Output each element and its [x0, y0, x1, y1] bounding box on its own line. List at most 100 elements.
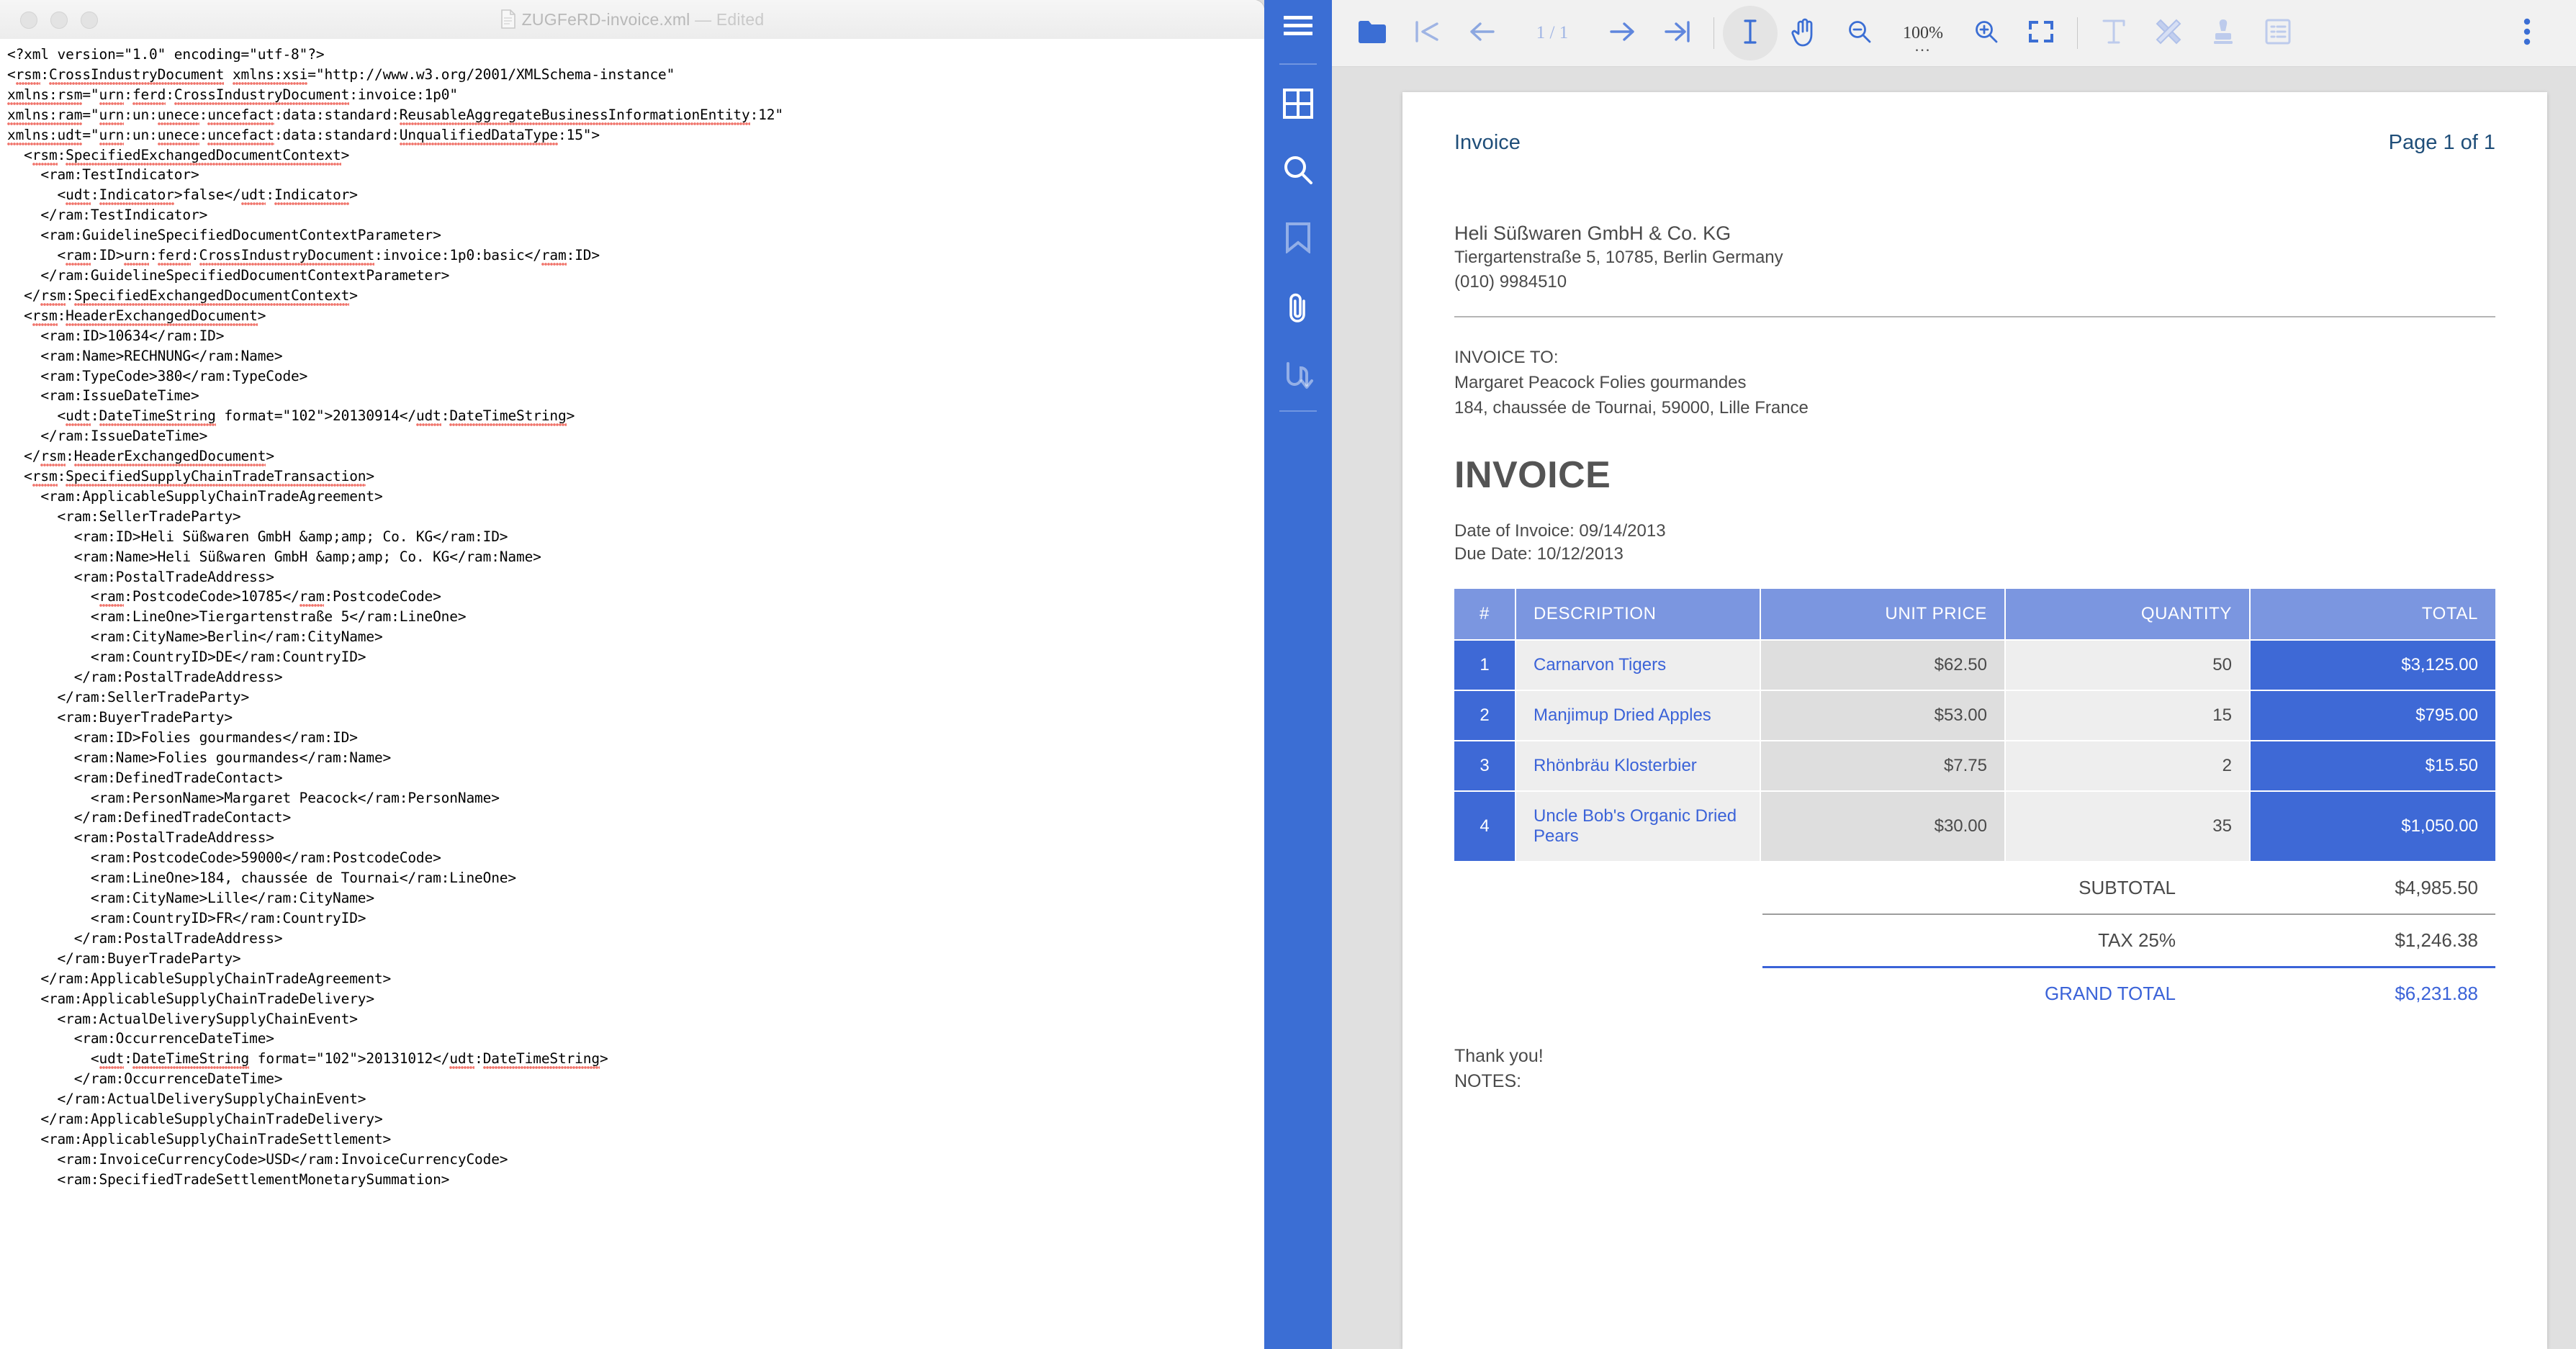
buyer-address: 184, chaussée de Tournai, 59000, Lille F… [1454, 398, 1809, 418]
col-header-unit-price: UNIT PRICE [1761, 589, 2006, 641]
page-number-label: Page 1 of 1 [2388, 131, 2495, 154]
code-line: </ram:GuidelineSpecifiedDocumentContextP… [7, 266, 450, 284]
text-editor-window: ZUGFeRD-invoice.xml — Edited <?xml versi… [0, 0, 1264, 1349]
rail-divider [1279, 63, 1317, 65]
code-line: </ram:BuyerTradeParty> [7, 949, 241, 967]
row-description: Carnarvon Tigers [1516, 641, 1761, 691]
row-index: 2 [1454, 691, 1516, 741]
line-items-body: 1 Carnarvon Tigers $62.50 50 $3,125.00 2 Manji… [1454, 641, 2495, 862]
code-line: <ram:CityName>Lille</ram:CityName> [7, 890, 374, 907]
row-quantity: 15 [2006, 691, 2251, 741]
editor-scrollbar[interactable] [1257, 39, 1264, 1349]
row-index: 1 [1454, 641, 1516, 691]
row-unit-price: $7.75 [1761, 741, 2006, 792]
code-line: <ram:Name>Folies gourmandes</ram:Name> [7, 749, 392, 766]
tax-row: TAX 25% $1,246.38 [1454, 913, 2495, 967]
code-line: </ram:IssueDateTime> [7, 428, 208, 445]
sidebar-item-attachments[interactable] [1264, 282, 1332, 337]
code-line: <ram:ActualDeliverySupplyChainEvent> [7, 1010, 358, 1027]
zoom-level-display[interactable]: 100% ... [1887, 24, 1959, 54]
code-line: <ram:SpecifiedTradeSettlementMonetarySum… [7, 1170, 450, 1188]
code-line: <ram:OccurrenceDateTime> [7, 1030, 274, 1047]
previous-page-button[interactable] [1454, 6, 1509, 60]
forms-button[interactable] [2251, 6, 2305, 60]
open-file-button[interactable] [1345, 6, 1400, 60]
xml-source-code[interactable]: <?xml version="1.0" encoding="utf-8"?> <r… [0, 39, 1264, 1190]
code-line: </ram:PostalTradeAddress> [7, 929, 283, 947]
sidebar-item-thumbnails[interactable] [1264, 78, 1332, 132]
hand-icon [1791, 17, 1819, 50]
rail-divider-2 [1279, 410, 1317, 412]
header-divider [1454, 316, 2495, 317]
zoom-in-icon [1973, 19, 1999, 48]
window-title-separator: — [690, 10, 716, 29]
pdf-page[interactable]: Invoice Page 1 of 1 Heli Süßwaren GmbH &… [1402, 92, 2547, 1349]
code-line: <ram:TypeCode>380</ram:TypeCode> [7, 367, 308, 384]
code-line: xmlns:ram="urn:un:unece:uncefact:data:st… [7, 105, 1264, 125]
screen: ZUGFeRD-invoice.xml — Edited <?xml versi… [0, 0, 2576, 1349]
first-page-button[interactable] [1400, 6, 1454, 60]
fit-page-button[interactable] [2014, 6, 2068, 60]
stamp-button[interactable] [2196, 6, 2251, 60]
pan-tool-button[interactable] [1778, 6, 1832, 60]
attachment-icon [1284, 292, 1312, 328]
zoom-out-button[interactable] [1832, 6, 1887, 60]
bookmark-icon [1284, 222, 1312, 257]
code-line: <?xml version="1.0" encoding="utf-8"?> [7, 46, 325, 63]
page-indicator[interactable]: 1 / 1 [1509, 23, 1595, 43]
col-header-description: DESCRIPTION [1516, 589, 1761, 641]
notes-label: NOTES: [1454, 1071, 1522, 1091]
code-line: xmlns:udt="urn:un:unece:uncefact:data:st… [7, 125, 1264, 145]
menu-icon [1282, 14, 1314, 42]
sidebar-item-search[interactable] [1264, 144, 1332, 199]
table-header-row: # DESCRIPTION UNIT PRICE QUANTITY TOTAL [1454, 589, 2495, 641]
code-line: <ram:LineOne>Tiergartenstraße 5</ram:Lin… [7, 608, 467, 626]
code-line: <ram:PostalTradeAddress> [7, 829, 274, 847]
form-icon [2264, 18, 2292, 49]
invoice-page-header: Invoice Page 1 of 1 [1454, 92, 2495, 155]
table-row: 3 Rhönbräu Klosterbier $7.75 2 $15.50 [1454, 741, 2495, 792]
sidebar-item-signatures[interactable] [1264, 350, 1332, 405]
row-quantity: 2 [2006, 741, 2251, 792]
code-line: xmlns:rsm="urn:ferd:CrossIndustryDocumen… [7, 85, 1264, 105]
text-selection-tool-button[interactable] [1723, 6, 1778, 60]
code-line: <ram:GuidelineSpecifiedDocumentContextPa… [7, 227, 441, 244]
grand-total-row: GRAND TOTAL $6,231.88 [1454, 966, 2495, 1019]
window-title-text: ZUGFeRD-invoice.xml [521, 10, 690, 29]
code-line: <ram:LineOne>184, chaussée de Tournai</r… [7, 870, 516, 887]
code-line: </ram:SellerTradeParty> [7, 689, 250, 705]
code-line: <ram:SellerTradeParty> [7, 507, 241, 525]
more-options-button[interactable] [2500, 6, 2554, 60]
sidebar-item-bookmarks[interactable] [1264, 212, 1332, 266]
code-line: <ram:Name>RECHNUNG</ram:Name> [7, 347, 283, 364]
code-line: <rsm:SpecifiedSupplyChainTradeTransactio… [7, 466, 1264, 487]
editor-text-area[interactable]: <?xml version="1.0" encoding="utf-8"?> <r… [0, 39, 1264, 1349]
code-line: </ram:ApplicableSupplyChainTradeAgreemen… [7, 970, 392, 987]
arrow-left-icon [1467, 19, 1496, 48]
code-line: <ram:PersonName>Margaret Peacock</ram:Pe… [7, 789, 500, 806]
zoom-in-button[interactable] [1959, 6, 2014, 60]
col-header-quantity: QUANTITY [2006, 589, 2251, 641]
code-line: <rsm:CrossIndustryDocument xmlns:xsi="ht… [7, 65, 1264, 85]
grand-total-value: $6,231.88 [2193, 966, 2495, 1019]
zoom-level-menu-dots[interactable]: ... [1887, 37, 1959, 53]
zoom-out-icon [1847, 19, 1873, 48]
edited-badge: Edited [716, 10, 765, 29]
tax-value: $1,246.38 [2193, 913, 2495, 967]
row-unit-price: $53.00 [1761, 691, 2006, 741]
last-page-button[interactable] [1650, 6, 1705, 60]
code-line: <ram:BuyerTradeParty> [7, 708, 233, 726]
due-date: Due Date: 10/12/2013 [1454, 544, 1623, 564]
add-text-button[interactable] [2086, 6, 2141, 60]
code-line: <ram:IssueDateTime> [7, 387, 199, 405]
next-page-button[interactable] [1595, 6, 1650, 60]
pdf-sidebar-rail [1264, 0, 1332, 1349]
highlight-button[interactable] [2141, 6, 2196, 60]
row-total: $15.50 [2251, 741, 2495, 792]
code-line: <ram:CountryID>FR</ram:CountryID> [7, 909, 366, 926]
code-line: <rsm:SpecifiedExchangedDocumentContext> [7, 145, 1264, 166]
signature-icon [1282, 361, 1314, 394]
sidebar-item-menu[interactable] [1264, 0, 1332, 55]
code-line: <rsm:HeaderExchangedDocument> [7, 306, 1264, 326]
fullscreen-icon [2028, 19, 2054, 48]
